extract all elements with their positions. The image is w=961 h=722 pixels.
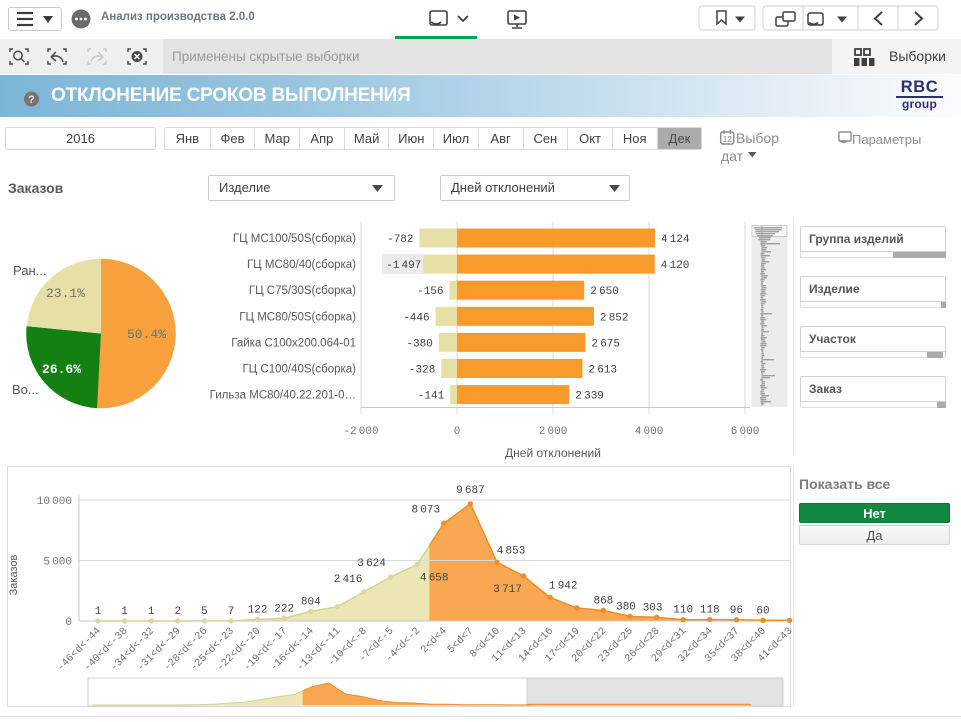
- svg-text:2 416: 2 416: [334, 574, 363, 586]
- svg-text:10 000: 10 000: [37, 496, 72, 508]
- svg-text:Заказов: Заказов: [8, 555, 20, 596]
- svg-text:3 717: 3 717: [493, 584, 522, 596]
- svg-text:Гильза МС80/40.22.201-0…: Гильза МС80/40.22.201-0…: [210, 390, 356, 402]
- svg-text:4 000: 4 000: [635, 426, 664, 438]
- svg-text:26.6%: 26.6%: [42, 362, 81, 377]
- svg-text:-1 497: -1 497: [386, 260, 421, 272]
- svg-text:-156: -156: [417, 286, 443, 298]
- svg-text:8 073: 8 073: [411, 504, 440, 516]
- svg-text:ГЦ С75/30S(сборка): ГЦ С75/30S(сборка): [249, 285, 356, 297]
- svg-text:50.4%: 50.4%: [127, 327, 166, 342]
- svg-text:1: 1: [95, 606, 102, 618]
- svg-text:2 339: 2 339: [575, 391, 604, 403]
- svg-text:-2 000: -2 000: [343, 426, 378, 438]
- svg-text:Во...: Во...: [12, 382, 39, 397]
- svg-text:4 658: 4 658: [420, 573, 449, 585]
- svg-text:3 624: 3 624: [357, 558, 386, 570]
- svg-text:-446: -446: [403, 312, 429, 324]
- svg-text:2 650: 2 650: [590, 286, 619, 298]
- svg-text:110: 110: [673, 605, 693, 617]
- svg-text:4 124: 4 124: [661, 234, 690, 246]
- svg-text:-782: -782: [387, 234, 413, 246]
- svg-text:303: 303: [643, 602, 663, 614]
- svg-text:118: 118: [700, 605, 720, 617]
- svg-text:122: 122: [248, 605, 268, 617]
- svg-text:1: 1: [148, 606, 155, 618]
- svg-text:2: 2: [174, 606, 181, 618]
- svg-text:-328: -328: [409, 365, 435, 377]
- svg-text:222: 222: [274, 603, 294, 615]
- svg-text:6 000: 6 000: [731, 426, 760, 438]
- svg-text:60: 60: [756, 605, 769, 617]
- svg-text:Гайка С100х200.064-01: Гайка С100х200.064-01: [231, 337, 356, 349]
- svg-text:ГЦ МС100/50S(сборка): ГЦ МС100/50S(сборка): [233, 233, 356, 245]
- svg-text:804: 804: [301, 596, 321, 608]
- svg-text:7: 7: [228, 606, 235, 618]
- svg-text:2 000: 2 000: [539, 426, 568, 438]
- svg-text:9 687: 9 687: [456, 485, 485, 497]
- svg-text:ГЦ МС80/40(сборка): ГЦ МС80/40(сборка): [247, 259, 356, 271]
- svg-text:-141: -141: [418, 391, 445, 403]
- svg-text:380: 380: [616, 601, 636, 613]
- svg-text:Ран...: Ран...: [13, 263, 46, 278]
- svg-text:2 675: 2 675: [591, 338, 620, 350]
- svg-text:0: 0: [65, 617, 72, 629]
- svg-text:2 613: 2 613: [588, 365, 617, 377]
- svg-text:Дней отклонений: Дней отклонений: [505, 446, 601, 460]
- svg-text:1 942: 1 942: [549, 581, 578, 593]
- svg-text:868: 868: [593, 596, 613, 608]
- svg-text:23.1%: 23.1%: [46, 286, 85, 301]
- svg-text:2<d<4: 2<d<4: [419, 625, 450, 656]
- svg-text:4 120: 4 120: [661, 260, 690, 272]
- svg-text:96: 96: [730, 605, 743, 617]
- svg-text:1: 1: [121, 606, 128, 618]
- svg-text:4 853: 4 853: [497, 545, 526, 557]
- svg-text:0: 0: [454, 426, 461, 438]
- svg-text:ГЦ С100/40S(сборка): ГЦ С100/40S(сборка): [242, 364, 356, 376]
- svg-text:ГЦ МС80/50S(сборка): ГЦ МС80/50S(сборка): [239, 311, 356, 323]
- svg-text:5: 5: [201, 606, 208, 618]
- svg-text:5 000: 5 000: [43, 557, 72, 569]
- svg-text:-380: -380: [406, 338, 432, 350]
- svg-text:2 852: 2 852: [600, 312, 629, 324]
